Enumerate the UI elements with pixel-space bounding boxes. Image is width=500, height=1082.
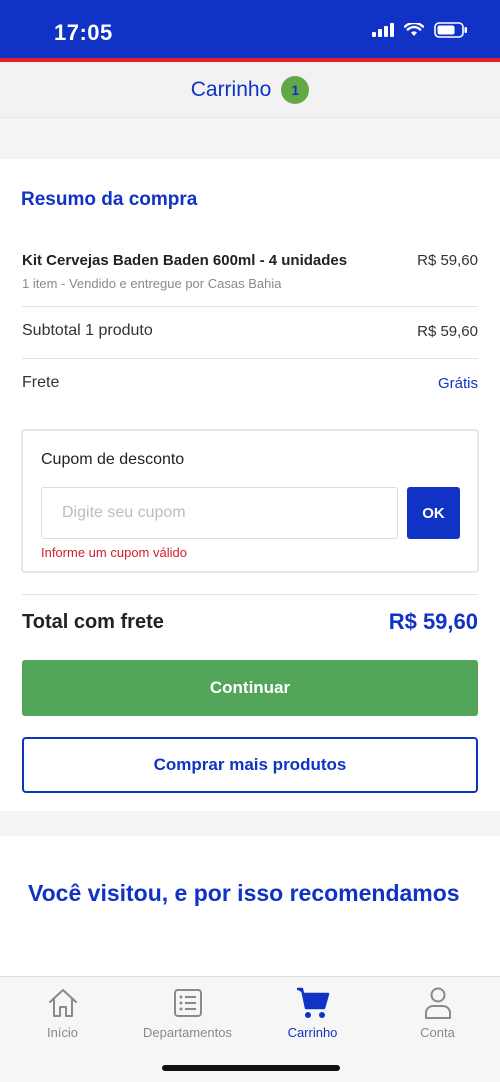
item-name[interactable]: Kit Cervejas Baden Baden 600ml - 4 unida… — [22, 252, 347, 269]
status-bar: 17:05 — [0, 0, 500, 58]
shipping-label: Frete — [22, 374, 60, 391]
coupon-input[interactable] — [41, 487, 398, 539]
divider — [22, 306, 478, 307]
item-price: R$ 59,60 — [417, 252, 478, 269]
divider — [22, 358, 478, 359]
subtotal-label: Subtotal 1 produto — [22, 322, 153, 339]
coupon-title: Cupom de desconto — [41, 451, 185, 468]
divider — [22, 594, 478, 595]
recommendations-title: Você visitou, e por isso recomendamos — [28, 880, 460, 906]
wifi-icon — [404, 23, 424, 36]
item-seller-info: 1 item - Vendido e entregue por Casas Ba… — [22, 276, 282, 291]
tab-account-label: Conta — [420, 1025, 455, 1040]
tab-departments[interactable]: Departamentos — [125, 985, 250, 1040]
shipping-value: Grátis — [437, 375, 478, 392]
total-value: R$ 59,60 — [388, 609, 478, 634]
status-icons — [372, 22, 468, 38]
tab-home-label: Início — [46, 1025, 79, 1040]
cellular-signal-icon — [372, 23, 394, 37]
status-time: 17:05 — [54, 20, 113, 45]
coupon-box: Cupom de desconto OK Informe um cupom vá… — [21, 429, 479, 573]
user-icon — [424, 987, 451, 1019]
purchase-summary-card: Resumo da compra Kit Cervejas Baden Bade… — [0, 159, 500, 811]
cart-count-badge: 1 — [281, 75, 310, 104]
recommendations-section: Você visitou, e por isso recomendamos — [0, 836, 500, 976]
page-title: Carrinho — [190, 77, 272, 101]
list-icon — [173, 989, 202, 1017]
tab-cart[interactable]: Carrinho — [250, 985, 375, 1040]
tab-home[interactable]: Início — [0, 985, 125, 1040]
subtotal-value: R$ 59,60 — [417, 323, 478, 340]
cart-icon — [296, 987, 329, 1018]
home-indicator[interactable] — [162, 1065, 340, 1071]
summary-title: Resumo da compra — [21, 189, 198, 210]
coupon-ok-button[interactable]: OK — [407, 487, 460, 539]
continue-button[interactable]: Continuar — [22, 660, 478, 716]
tab-account[interactable]: Conta — [375, 985, 500, 1040]
page-header: Carrinho 1 — [0, 62, 500, 118]
buy-more-products-button[interactable]: Comprar mais produtos — [22, 737, 478, 793]
tab-departments-label: Departamentos — [143, 1025, 232, 1040]
total-label: Total com frete — [22, 611, 164, 633]
tab-cart-label: Carrinho — [287, 1025, 338, 1040]
coupon-error-message: Informe um cupom válido — [41, 545, 187, 560]
home-icon — [48, 989, 77, 1017]
battery-icon — [434, 22, 467, 38]
